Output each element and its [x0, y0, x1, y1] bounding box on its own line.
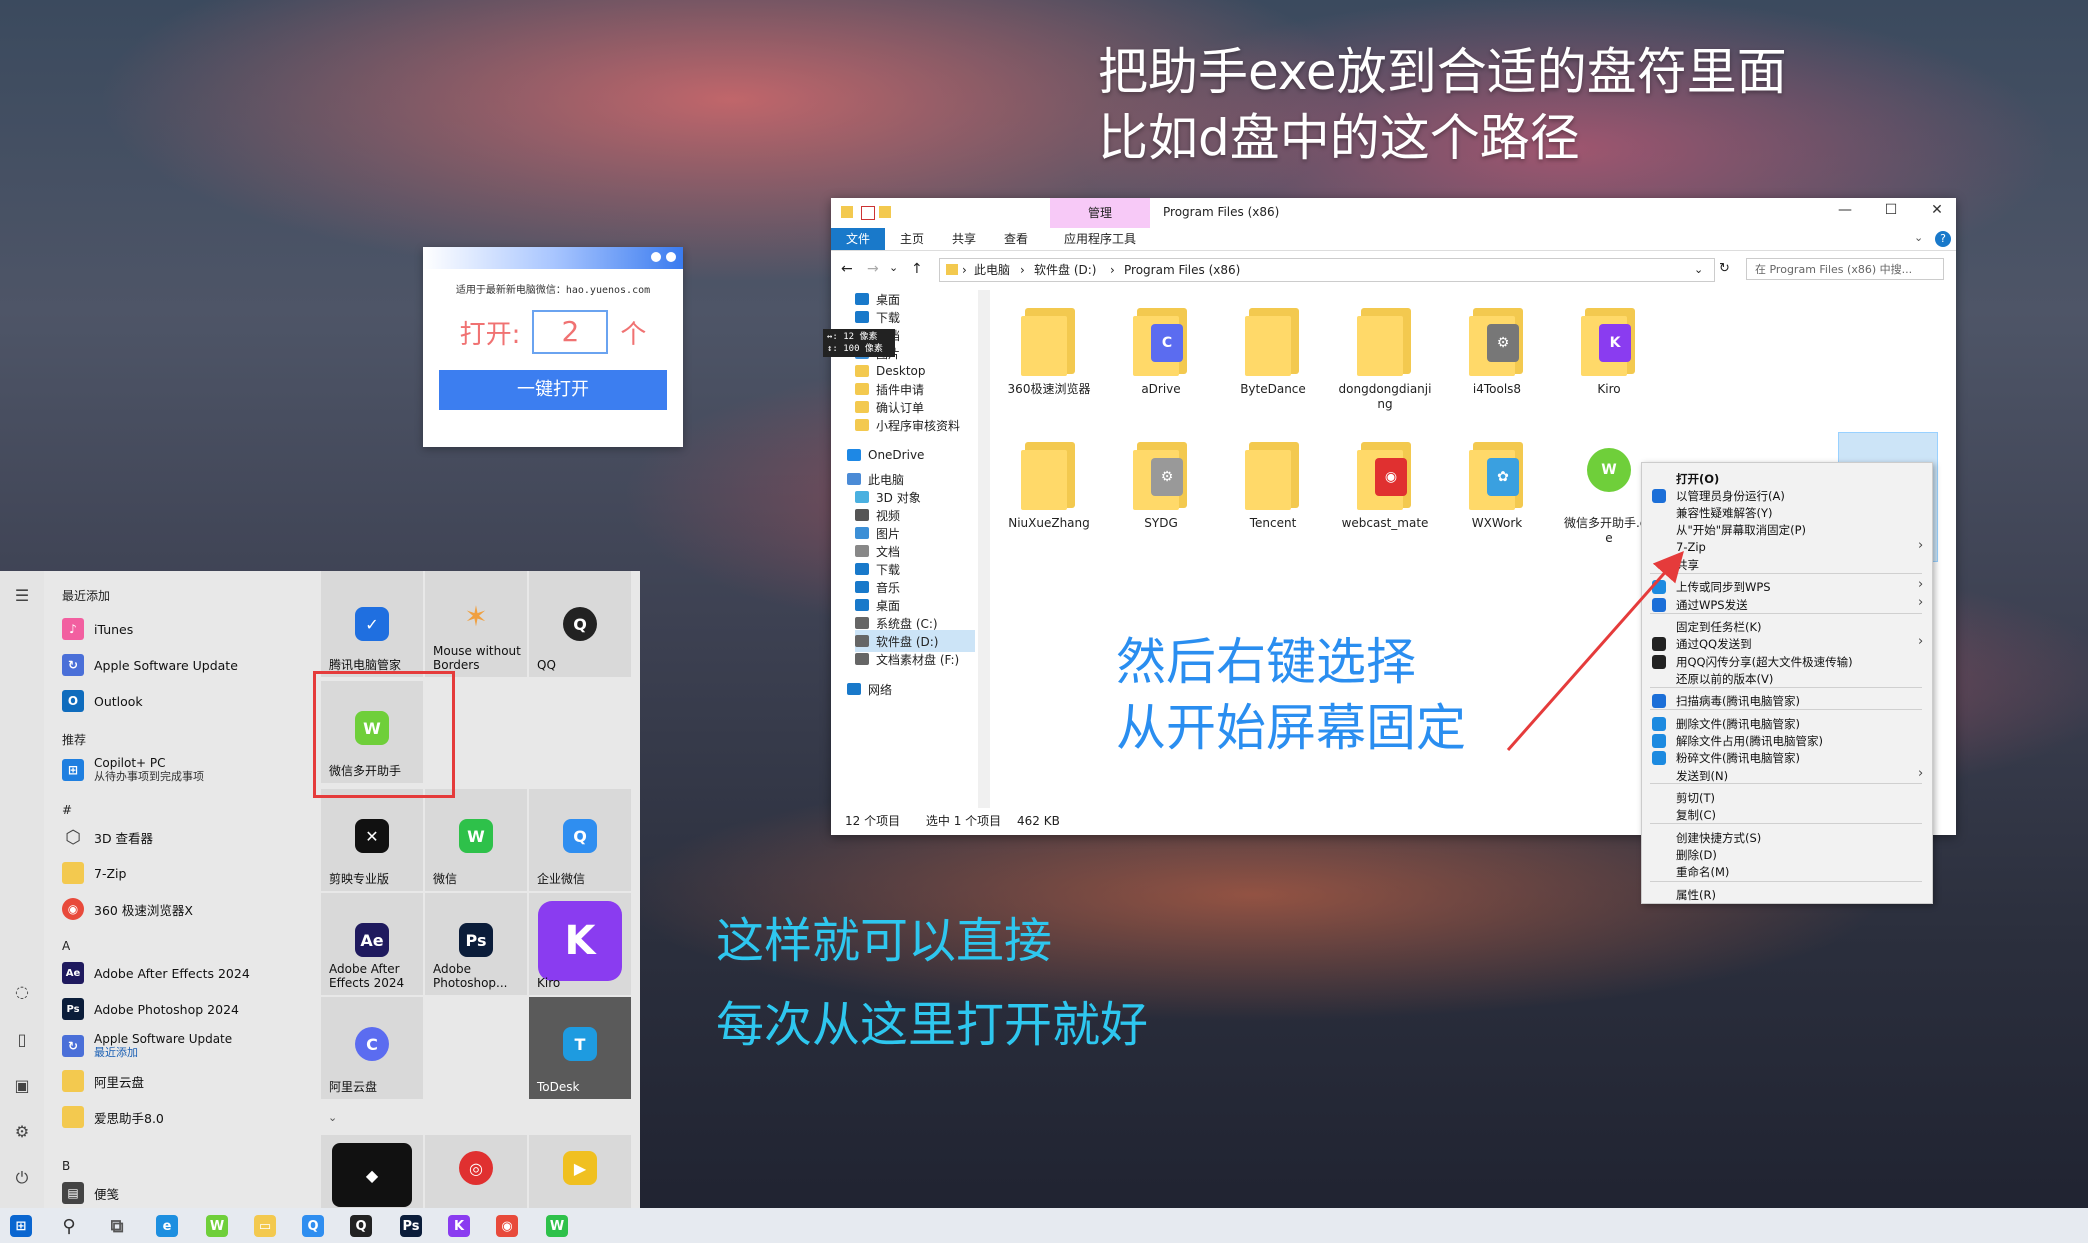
- arrow-line: [1506, 551, 1684, 751]
- file-explorer-icon[interactable]: ▭: [254, 1215, 276, 1237]
- task-view-icon[interactable]: ⧉: [106, 1215, 128, 1237]
- photoshop-icon[interactable]: Ps: [400, 1215, 422, 1237]
- annotation-arrow: [1506, 551, 1684, 751]
- taskbar: ⊞ ⚲ ⧉ e W ▭ Q Q Ps K ◉ W: [0, 1208, 2088, 1243]
- kiro-icon[interactable]: K: [448, 1215, 470, 1237]
- enterprise-wechat-icon[interactable]: Q: [302, 1215, 324, 1237]
- browser-360-icon[interactable]: ◉: [496, 1215, 518, 1237]
- wechat-icon[interactable]: W: [546, 1215, 568, 1237]
- windows-start-icon[interactable]: ⊞: [10, 1215, 32, 1237]
- edge-icon[interactable]: e: [156, 1215, 178, 1237]
- qq-icon[interactable]: Q: [350, 1215, 372, 1237]
- wechat-helper-icon[interactable]: W: [206, 1215, 228, 1237]
- search-icon[interactable]: ⚲: [58, 1215, 80, 1237]
